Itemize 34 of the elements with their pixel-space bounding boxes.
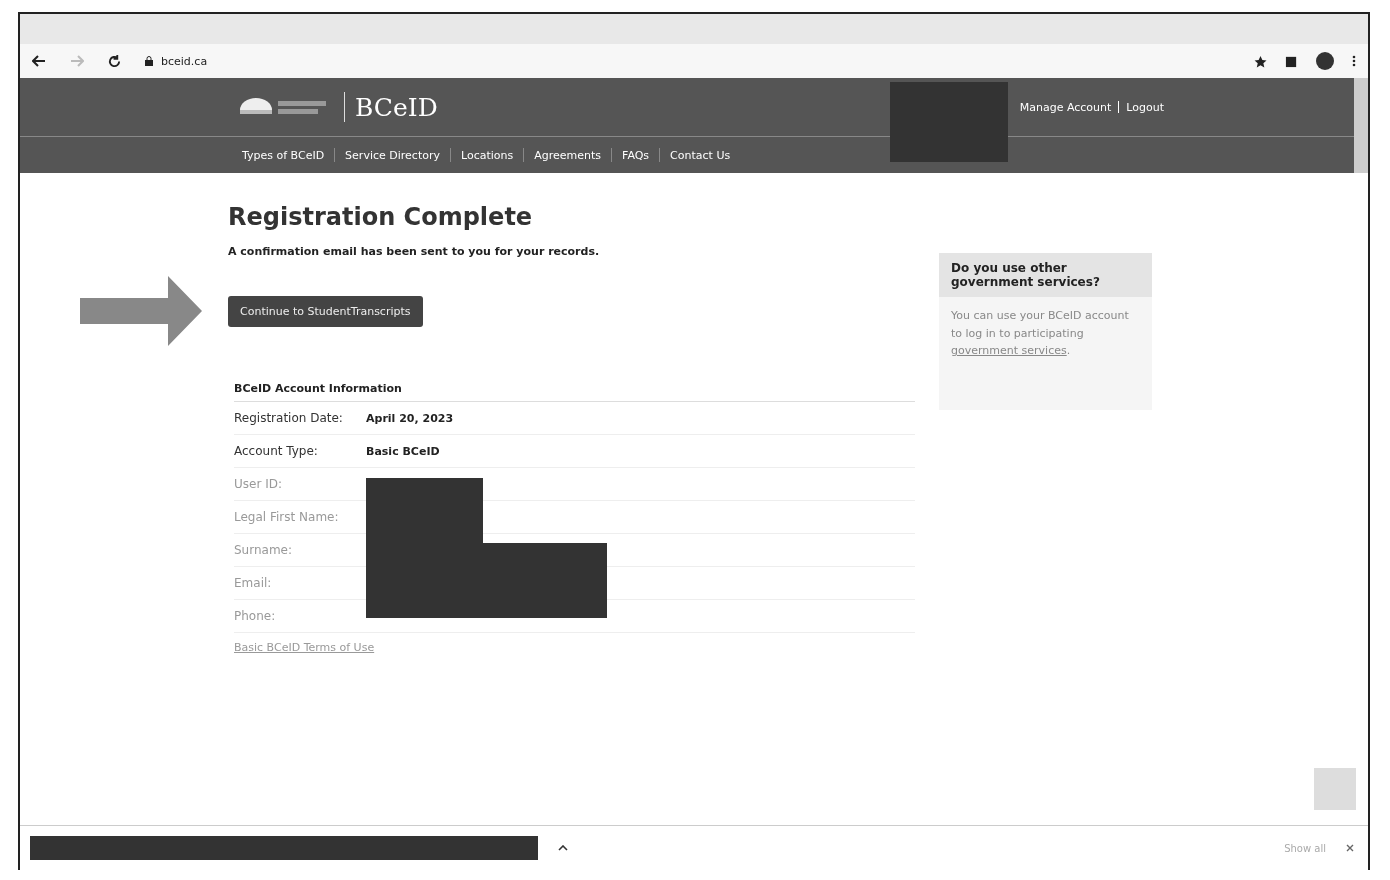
extension-icon[interactable]: [1285, 54, 1298, 68]
close-icon[interactable]: [1346, 844, 1354, 852]
nav-link[interactable]: FAQs: [622, 148, 650, 162]
site-logo-text[interactable]: BCeID: [355, 92, 438, 122]
sidebar-heading: Do you use other government services?: [939, 253, 1152, 297]
field-label: Account Type:: [234, 444, 319, 458]
nav-link[interactable]: Agreements: [534, 148, 602, 162]
page-title: Registration Complete: [228, 203, 534, 231]
field-label: Registration Date:: [234, 411, 344, 425]
field-label: Email:: [234, 576, 273, 590]
profile-avatar[interactable]: [1316, 52, 1334, 70]
nav-link[interactable]: Locations: [460, 148, 514, 162]
menu-icon[interactable]: [1352, 55, 1356, 67]
confirmation-message: A confirmation email has been sent to you for your records.: [228, 245, 601, 258]
section-heading: BCeID Account Information: [234, 382, 915, 402]
account-link[interactable]: Logout: [1126, 100, 1164, 114]
sidebar-text: You can use your BCeID account to log in to participating government services.: [950, 308, 1130, 360]
caret-icon[interactable]: [558, 845, 568, 851]
field-label: Phone:: [234, 609, 277, 623]
arrow-icon: [80, 276, 202, 346]
nav-link[interactable]: Types of BCeID: [242, 148, 325, 162]
field-label: Legal First Name:: [234, 510, 340, 524]
reload-icon[interactable]: [108, 54, 121, 68]
field-value: Basic BCeID: [366, 444, 440, 458]
star-icon[interactable]: [1254, 54, 1267, 68]
account-link[interactable]: Manage Account: [1019, 100, 1112, 114]
field-value: April 20, 2023: [366, 411, 454, 425]
back-icon[interactable]: [32, 55, 46, 67]
continue-button[interactable]: Continue to StudentTranscripts: [228, 295, 423, 327]
nav-link[interactable]: Contact Us: [670, 148, 731, 162]
nav-link[interactable]: Service Directory: [345, 148, 440, 162]
field-label: Surname:: [234, 543, 294, 557]
lock-icon: [145, 56, 153, 66]
field-label: User ID:: [234, 477, 283, 491]
